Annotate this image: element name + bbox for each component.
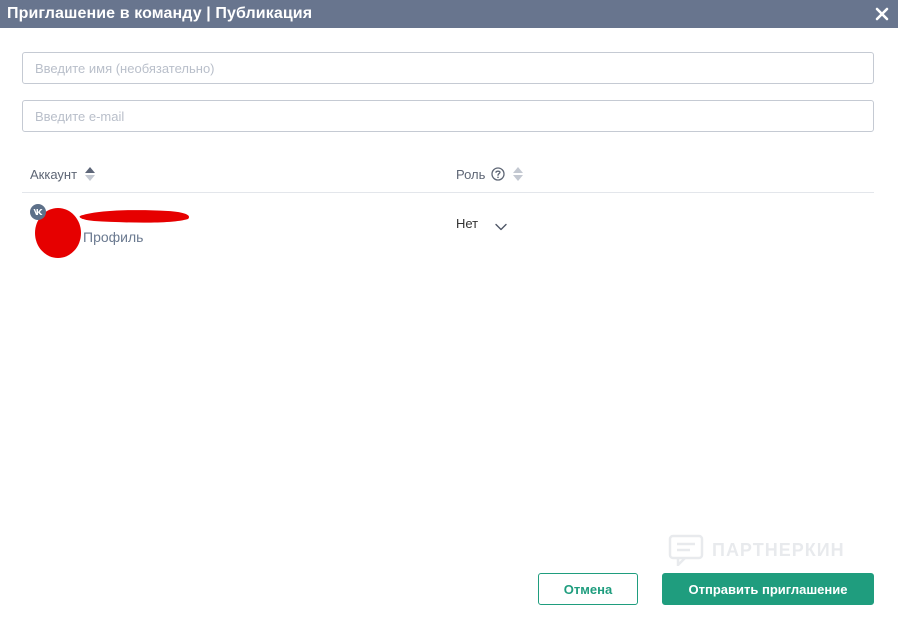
vk-icon	[30, 204, 46, 220]
sort-icon[interactable]	[513, 166, 524, 182]
watermark-text: ПАРТНЕРКИН	[712, 539, 845, 560]
help-icon[interactable]	[491, 167, 506, 181]
column-header-role[interactable]: Роль	[456, 166, 524, 182]
column-header-account[interactable]: Аккаунт	[30, 166, 96, 182]
cancel-button[interactable]: Отмена	[538, 573, 638, 605]
send-invitation-button[interactable]: Отправить приглашение	[662, 573, 874, 605]
column-header-role-label: Роль	[456, 166, 486, 182]
sort-icon[interactable]	[85, 166, 96, 182]
watermark-logo-icon	[668, 534, 704, 566]
dialog-title: Приглашение в команду | Публикация	[7, 5, 313, 22]
chevron-down-icon[interactable]	[494, 219, 508, 230]
redacted-account-name	[79, 210, 190, 223]
role-select-value: Нет	[456, 216, 479, 231]
role-select[interactable]: Нет	[456, 216, 508, 231]
dialog-titlebar: Приглашение в команду | Публикация	[0, 0, 898, 28]
column-header-account-label: Аккаунт	[30, 166, 78, 182]
profile-link[interactable]: Профиль	[83, 229, 143, 245]
watermark: ПАРТНЕРКИН	[668, 534, 845, 566]
table-header-divider	[22, 192, 874, 193]
close-icon[interactable]	[874, 4, 890, 24]
email-input[interactable]	[22, 100, 874, 132]
name-input[interactable]	[22, 52, 874, 84]
